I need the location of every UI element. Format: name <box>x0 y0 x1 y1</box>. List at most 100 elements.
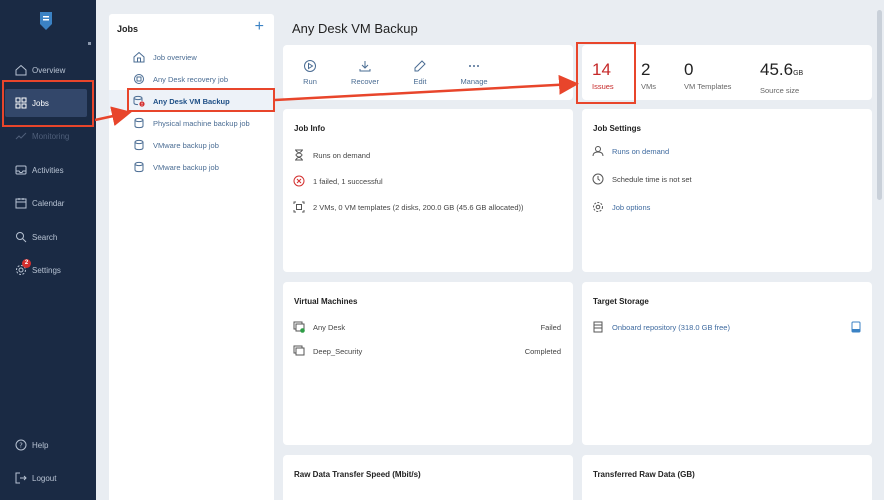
job-item-recovery[interactable]: Any Desk recovery job <box>109 68 274 90</box>
sidebar-item-label: Monitoring <box>32 131 70 141</box>
target-storage-title: Target Storage <box>593 297 649 306</box>
search-icon <box>16 232 27 243</box>
vm-icon <box>293 345 305 356</box>
job-item-label: Physical machine backup job <box>153 118 250 128</box>
help-icon: ? <box>15 439 27 451</box>
raw-speed-title: Raw Data Transfer Speed (Mbit/s) <box>294 470 421 479</box>
virtual-machines-card: Virtual Machines Any Desk Failed Deep_Se… <box>283 282 573 445</box>
source-size-value: 45.6 <box>760 60 794 79</box>
job-info-card: Job Info Runs on demand 1 failed, 1 succ… <box>283 109 573 272</box>
sidebar-item-label: Settings <box>32 265 61 275</box>
vms-stat: 2 VMs <box>641 60 656 92</box>
more-icon <box>469 65 479 67</box>
sidebar-item-help[interactable]: ? Help <box>0 431 96 459</box>
job-settings-options[interactable]: Job options <box>592 201 650 213</box>
recovery-job-icon <box>134 74 144 84</box>
templates-count: 0 <box>684 60 694 79</box>
vm-name: Deep_Security <box>313 346 363 356</box>
backup-job-icon <box>134 117 144 129</box>
vms-count: 2 <box>641 60 651 79</box>
templates-stat: 0 VM Templates <box>684 60 731 92</box>
sidebar-item-label: Activities <box>32 165 64 175</box>
raw-speed-card: Raw Data Transfer Speed (Mbit/s) <box>283 455 573 500</box>
settings-icon <box>593 202 603 212</box>
vm-scope-icon <box>293 201 305 213</box>
raw-data-title: Transferred Raw Data (GB) <box>593 470 695 479</box>
sidebar: Overview Jobs Monitoring Activities Cale… <box>0 0 96 500</box>
job-settings-title: Job Settings <box>593 124 642 133</box>
annotation-box-jobs <box>2 80 94 127</box>
recover-button[interactable]: Recover <box>340 59 390 86</box>
sidebar-item-activities[interactable]: Activities <box>0 156 96 184</box>
hourglass-icon <box>295 149 303 161</box>
vm-error-icon <box>293 321 305 333</box>
job-item-label: VMware backup job <box>153 140 219 150</box>
sidebar-item-label: Logout <box>32 473 57 483</box>
vm-status: Failed <box>540 323 561 332</box>
schedule-user-icon <box>592 146 604 157</box>
repository-icon <box>593 321 603 333</box>
jobs-panel-title: Jobs <box>117 24 139 34</box>
sidebar-item-calendar[interactable]: Calendar <box>0 189 96 217</box>
job-item-vmware-1[interactable]: VMware backup job <box>109 134 274 156</box>
backup-job-icon <box>134 139 144 151</box>
vms-label: VMs <box>641 82 656 91</box>
add-job-button[interactable]: + <box>255 19 264 35</box>
home-icon <box>15 64 27 76</box>
main-scrollbar[interactable] <box>877 10 882 200</box>
storage-repository[interactable]: Onboard repository (318.0 GB free) <box>592 321 730 333</box>
sidebar-item-search[interactable]: Search <box>0 223 96 251</box>
play-icon <box>304 60 316 72</box>
manage-button[interactable]: Manage <box>449 59 499 86</box>
download-icon <box>359 61 371 72</box>
job-item-overview[interactable]: Job overview <box>109 46 274 68</box>
sidebar-item-label: Overview <box>32 65 66 75</box>
job-item-label: Any Desk recovery job <box>153 74 229 84</box>
home-icon <box>133 51 145 63</box>
calendar-icon <box>15 198 27 209</box>
job-item-label: VMware backup job <box>153 162 219 172</box>
job-info-scope: 2 VMs, 0 VM templates (2 disks, 200.0 GB… <box>293 201 524 213</box>
app-logo-icon[interactable] <box>38 10 54 32</box>
job-info-schedule: Runs on demand <box>293 149 370 161</box>
clock-icon <box>592 173 604 185</box>
raw-data-card: Transferred Raw Data (GB) <box>582 455 872 500</box>
sidebar-item-logout[interactable]: Logout <box>0 464 96 492</box>
logout-icon <box>15 472 27 484</box>
page-title: Any Desk VM Backup <box>292 21 418 36</box>
source-size-stat: 45.6GB Source size <box>760 60 804 96</box>
sidebar-item-label: Help <box>32 440 49 450</box>
jobs-panel: Jobs + Job overview Any Desk recovery jo… <box>109 14 274 500</box>
job-info-title: Job Info <box>294 124 326 133</box>
source-size-unit: GB <box>793 70 804 77</box>
vm-row[interactable]: Any Desk <box>293 321 345 333</box>
settings-badge: 2 <box>22 259 31 268</box>
job-settings-schedule: Schedule time is not set <box>592 173 692 185</box>
vm-status: Completed <box>524 347 561 356</box>
vm-row[interactable]: Deep_Security <box>293 345 362 357</box>
job-settings-card: Job Settings Runs on demand Schedule tim… <box>582 109 872 272</box>
job-settings-runs[interactable]: Runs on demand <box>592 145 669 157</box>
storage-drive-icon[interactable] <box>850 321 862 333</box>
virtual-machines-title: Virtual Machines <box>294 297 358 306</box>
collapse-handle[interactable] <box>88 42 91 45</box>
sidebar-item-settings[interactable]: 2 Settings <box>0 256 96 284</box>
backup-job-icon <box>134 161 144 173</box>
annotation-box-issues <box>576 42 636 104</box>
toolbar-card: Run Recover Edit Manage <box>283 45 573 100</box>
vm-name: Any Desk <box>313 322 346 332</box>
monitoring-icon <box>15 132 27 140</box>
run-button[interactable]: Run <box>285 59 335 86</box>
job-item-physical-machine[interactable]: Physical machine backup job <box>109 112 274 134</box>
source-size-label: Source size <box>760 86 800 95</box>
svg-text:?: ? <box>19 442 23 450</box>
edit-icon <box>414 60 426 72</box>
edit-button[interactable]: Edit <box>395 59 445 86</box>
annotation-box-job-item <box>127 88 275 112</box>
job-info-result: 1 failed, 1 successful <box>293 175 383 187</box>
inbox-icon <box>15 165 27 175</box>
job-item-vmware-2[interactable]: VMware backup job <box>109 156 274 178</box>
sidebar-item-label: Search <box>32 232 58 242</box>
job-item-label: Job overview <box>153 52 197 62</box>
sidebar-item-label: Calendar <box>32 198 65 208</box>
